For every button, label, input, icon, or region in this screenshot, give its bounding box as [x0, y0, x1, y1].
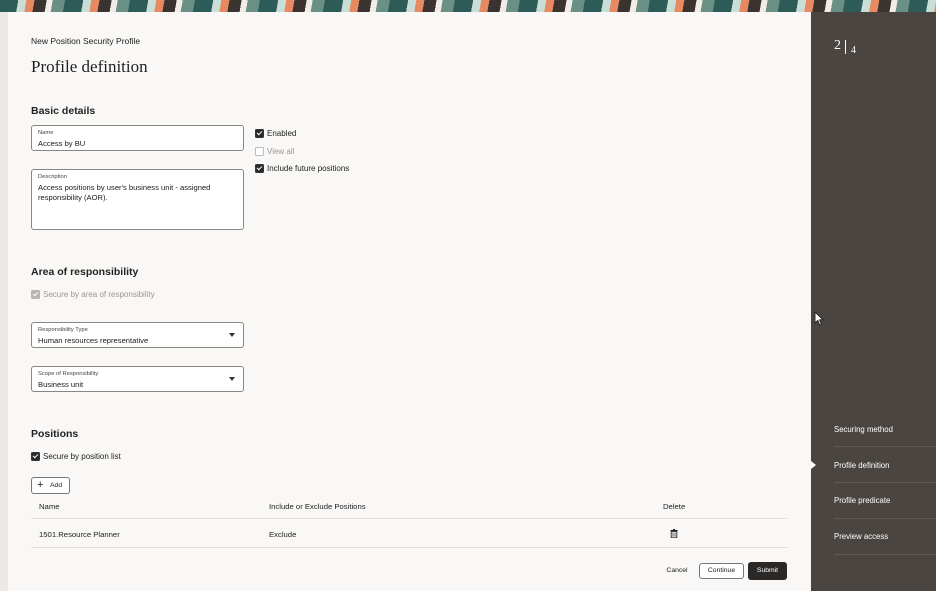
decorative-banner	[0, 0, 936, 12]
section-basic-details: Basic details	[31, 105, 96, 117]
enabled-label: Enabled	[267, 129, 297, 138]
step-preview-access[interactable]: Preview access	[834, 532, 888, 541]
section-positions: Positions	[31, 428, 79, 440]
description-field-value[interactable]: Access positions by user's business unit…	[38, 183, 234, 203]
name-field[interactable]: Name Access by BU	[31, 125, 244, 151]
step-profile-predicate[interactable]: Profile predicate	[834, 496, 890, 505]
table-row-divider	[31, 547, 787, 548]
submit-button[interactable]: Submit	[748, 562, 787, 580]
active-step-marker-icon	[811, 461, 816, 469]
total-steps-number: 4	[851, 45, 856, 56]
chevron-down-icon[interactable]	[229, 333, 235, 337]
row-position-name: 1501.Resource Planner	[39, 530, 120, 539]
view-all-checkbox[interactable]	[255, 147, 264, 156]
main-panel	[8, 12, 811, 591]
column-header-include-exclude: Include or Exclude Positions	[269, 502, 366, 511]
page-title: Profile definition	[31, 57, 148, 76]
responsibility-type-label: Responsibility Type	[38, 327, 88, 333]
column-header-delete: Delete	[663, 502, 686, 511]
description-field[interactable]: Description Access positions by user's b…	[31, 169, 244, 230]
table-header-divider	[31, 518, 787, 519]
scope-of-responsibility-select[interactable]: Scope of Responsibility Business unit	[31, 366, 244, 392]
scope-label: Scope of Responsibility	[38, 371, 99, 377]
responsibility-type-select[interactable]: Responsibility Type Human resources repr…	[31, 322, 244, 348]
chevron-down-icon[interactable]	[229, 377, 235, 381]
name-field-value[interactable]: Access by BU	[38, 139, 228, 149]
name-field-label: Name	[38, 130, 54, 136]
trash-icon[interactable]	[670, 529, 678, 538]
include-future-label: Include future positions	[267, 164, 350, 173]
secure-by-position-list-checkbox[interactable]	[31, 452, 40, 461]
add-button[interactable]: + Add	[31, 477, 70, 494]
description-field-label: Description	[38, 174, 67, 180]
step-profile-definition[interactable]: Profile definition	[834, 461, 889, 470]
cancel-button[interactable]: Cancel	[661, 563, 693, 579]
scope-value: Business unit	[38, 380, 84, 389]
left-edge	[0, 12, 8, 591]
add-button-label: Add	[50, 482, 63, 489]
current-step-number: 2	[834, 38, 841, 53]
section-area-of-responsibility: Area of responsibility	[31, 266, 139, 278]
breadcrumb: New Position Security Profile	[31, 36, 141, 46]
column-header-name: Name	[39, 502, 60, 511]
step-divider-line	[834, 482, 936, 483]
secure-aor-checkbox	[31, 290, 40, 299]
continue-button[interactable]: Continue	[699, 563, 744, 579]
secure-aor-label: Secure by area of responsibility	[43, 290, 155, 299]
step-divider-line	[834, 518, 936, 519]
step-securing-method[interactable]: Securing method	[834, 425, 893, 434]
step-divider-line	[834, 446, 936, 447]
include-future-checkbox[interactable]	[255, 164, 264, 173]
row-include-exclude: Exclude	[269, 530, 297, 539]
enabled-checkbox[interactable]	[255, 129, 264, 138]
step-divider-line	[834, 554, 936, 555]
view-all-label: View all	[267, 147, 295, 156]
step-divider	[845, 40, 846, 54]
secure-by-position-list-label: Secure by position list	[43, 452, 121, 461]
plus-icon: +	[37, 479, 44, 491]
mouse-cursor-icon	[814, 311, 824, 326]
responsibility-type-value: Human resources representative	[38, 336, 149, 345]
